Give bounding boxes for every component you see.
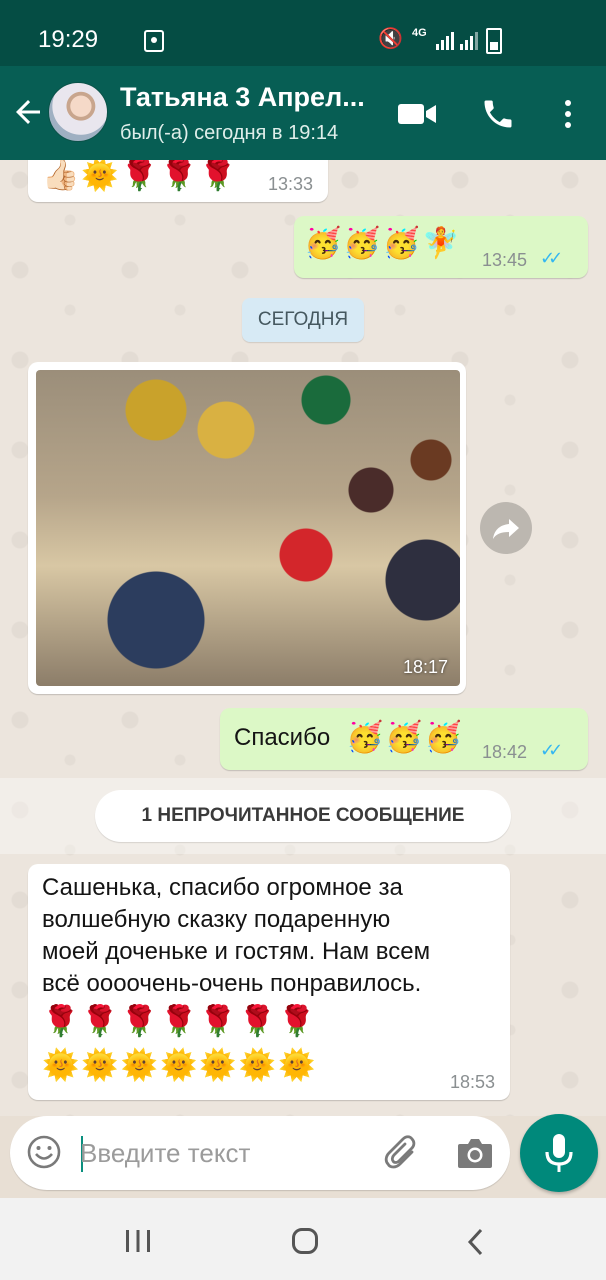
rose-emoji-row: 🌹🌹🌹🌹🌹🌹🌹 bbox=[42, 1005, 318, 1038]
message-time: 18:53 bbox=[450, 1072, 496, 1092]
camera-icon[interactable] bbox=[456, 1136, 494, 1170]
message-line-3: моей доченьке и гостям. Нам всем bbox=[42, 938, 431, 965]
signal-icon bbox=[436, 28, 454, 50]
avatar[interactable] bbox=[48, 82, 108, 142]
nav-back-icon[interactable] bbox=[466, 1228, 486, 1256]
date-separator: СЕГОДНЯ bbox=[242, 298, 364, 342]
mic-icon bbox=[545, 1134, 573, 1172]
message-line-1: Сашенька, спасибо огромное за bbox=[42, 874, 403, 901]
message-time: 13:45 bbox=[482, 250, 528, 270]
photo-message[interactable]: 18:17 bbox=[28, 362, 466, 694]
home-icon[interactable] bbox=[292, 1228, 318, 1254]
phone-icon[interactable] bbox=[480, 96, 516, 132]
message-bubble-outgoing[interactable]: 🥳🥳🥳🧚 13:45 ✓✓ bbox=[294, 216, 588, 278]
attach-icon[interactable] bbox=[382, 1134, 422, 1174]
video-call-icon[interactable] bbox=[398, 102, 438, 126]
back-arrow-icon[interactable] bbox=[10, 94, 46, 130]
message-bubble-incoming[interactable]: 👍🏻🌞🌹🌹🌹 13:33 bbox=[28, 160, 328, 202]
read-ticks-icon: ✓✓ bbox=[540, 248, 563, 268]
sun-emoji-row: 🌞🌞🌞🌞🌞🌞🌞 bbox=[42, 1049, 318, 1082]
status-time: 19:29 bbox=[38, 26, 99, 53]
unread-messages-divider: 1 НЕПРОЧИТАННОЕ СООБЩЕНИЕ bbox=[95, 790, 511, 842]
message-time: 18:42 bbox=[482, 742, 528, 762]
more-vert-icon[interactable] bbox=[556, 96, 580, 132]
message-input[interactable] bbox=[80, 1128, 370, 1178]
signal-icon-2 bbox=[460, 28, 478, 50]
message-emoji: 👍🏻🌞🌹🌹🌹 bbox=[42, 160, 239, 192]
contact-name[interactable]: Татьяна 3 Апрел... bbox=[120, 82, 380, 113]
status-bar: 19:29 🔇 4G bbox=[0, 0, 606, 66]
message-time: 13:33 bbox=[268, 174, 314, 194]
app-notification-icon bbox=[144, 30, 164, 52]
last-seen-status: был(-а) сегодня в 19:14 bbox=[120, 122, 339, 144]
mute-icon: 🔇 bbox=[378, 28, 403, 50]
message-bubble-incoming[interactable]: Сашенька, спасибо огромное за волшебную … bbox=[28, 864, 510, 1100]
message-emoji: 🥳🥳🥳🧚 bbox=[304, 227, 462, 260]
read-ticks-icon: ✓✓ bbox=[540, 740, 563, 760]
network-type: 4G bbox=[412, 27, 427, 39]
emoji-icon[interactable] bbox=[26, 1134, 62, 1170]
battery-icon bbox=[486, 28, 502, 54]
message-line-4: всё оооочень-очень понравилось. bbox=[42, 970, 422, 997]
recent-apps-icon[interactable] bbox=[124, 1230, 152, 1252]
message-text: Спасибо bbox=[234, 724, 331, 751]
forward-icon[interactable] bbox=[480, 502, 532, 554]
message-emoji: 🥳🥳🥳 bbox=[346, 721, 465, 754]
mic-button[interactable] bbox=[520, 1114, 598, 1192]
chat-area[interactable]: 👍🏻🌞🌹🌹🌹 13:33 🥳🥳🥳🧚 13:45 ✓✓ СЕГОДНЯ 18:17… bbox=[0, 160, 606, 1116]
message-line-2: волшебную сказку подаренную bbox=[42, 906, 391, 933]
chat-header: Татьяна 3 Апрел... был(-а) сегодня в 19:… bbox=[0, 66, 606, 160]
photo-image[interactable]: 18:17 bbox=[36, 370, 460, 686]
message-bubble-outgoing[interactable]: Спасибо 🥳🥳🥳 18:42 ✓✓ bbox=[220, 708, 588, 770]
photo-time: 18:17 bbox=[402, 657, 448, 677]
